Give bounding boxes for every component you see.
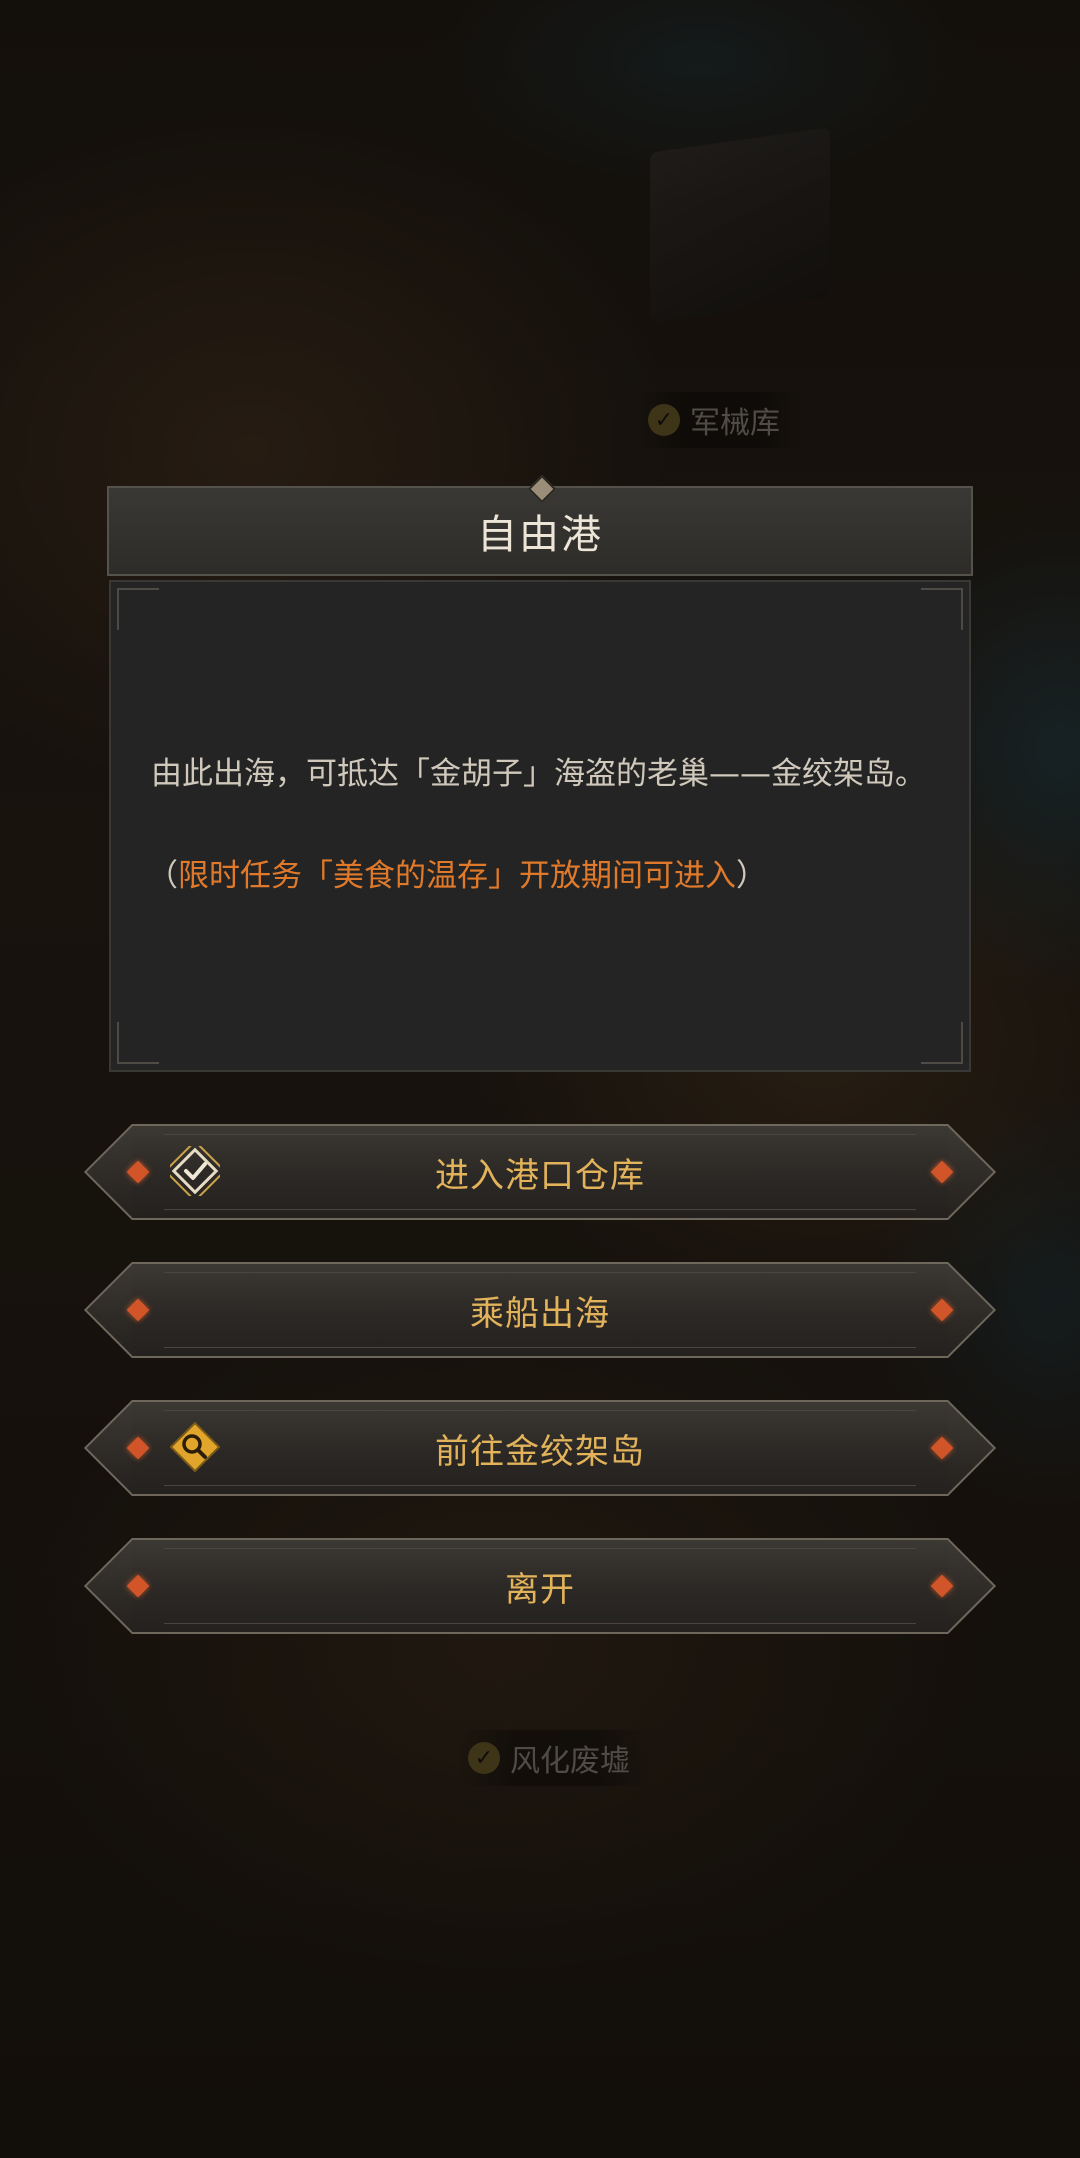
modal-overlay xyxy=(0,0,1080,2158)
dialog-body: 由此出海，可抵达「金胡子」海盗的老巢——金绞架岛。 （限时任务「美食的温存」开放… xyxy=(109,580,971,1072)
corner-ornament xyxy=(921,1022,963,1064)
note-highlight: 限时任务「美食的温存」开放期间可进入 xyxy=(178,858,736,894)
leave-button[interactable]: 离开 xyxy=(83,1537,997,1635)
location-dialog: 自由港 由此出海，可抵达「金胡子」海盗的老巢——金绞架岛。 （限时任务「美食的温… xyxy=(107,474,973,1072)
set-sail-button[interactable]: 乘船出海 xyxy=(83,1261,997,1359)
dialog-title: 自由港 xyxy=(477,512,603,558)
corner-ornament xyxy=(117,588,159,630)
button-label: 离开 xyxy=(505,1569,575,1610)
go-to-island-button[interactable]: 前往金绞架岛 xyxy=(83,1399,997,1497)
button-label: 前往金绞架岛 xyxy=(435,1431,645,1472)
note-paren-close: ） xyxy=(736,858,767,894)
dialog-description: 由此出海，可抵达「金胡子」海盗的老巢——金绞架岛。 xyxy=(151,756,926,792)
button-label: 乘船出海 xyxy=(470,1293,610,1334)
corner-ornament xyxy=(117,1022,159,1064)
game-screen: ✓ 军械库 ✓ 风化废墟 自由港 由此出海，可抵达「金胡子」海盗的老巢——金绞架… xyxy=(0,0,1080,2158)
button-label: 进入港口仓库 xyxy=(435,1155,645,1196)
enter-warehouse-button[interactable]: 进入港口仓库 xyxy=(83,1123,997,1221)
note-paren-open: （ xyxy=(147,858,178,894)
dialog-note: （限时任务「美食的温存」开放期间可进入） xyxy=(147,854,947,898)
corner-ornament xyxy=(921,588,963,630)
